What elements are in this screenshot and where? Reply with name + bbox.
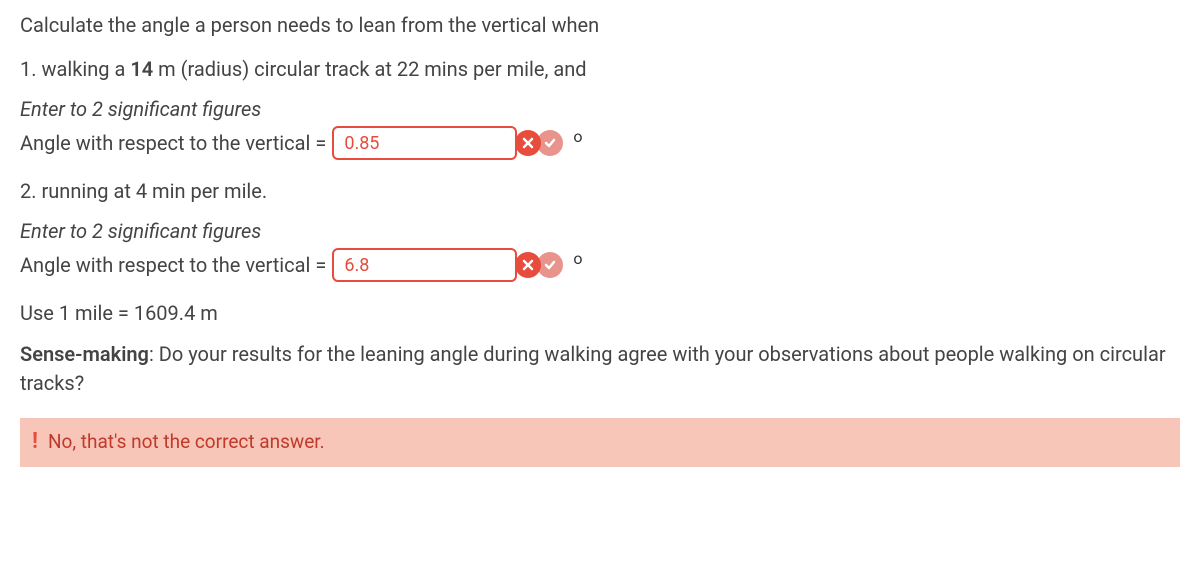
feedback-icons-2 [515, 252, 563, 278]
answer-2-row: Angle with respect to the vertical = o [20, 248, 1180, 282]
answer-2-input[interactable] [332, 248, 517, 282]
incorrect-icon [515, 252, 541, 278]
part-2-line: 2. running at 4 min per mile. [20, 176, 1180, 206]
answer-2-label: Angle with respect to the vertical = [20, 250, 326, 280]
part-1-radius: 14 [130, 57, 153, 81]
answer-1-label: Angle with respect to the vertical = [20, 128, 326, 158]
answer-1-input[interactable] [332, 126, 517, 160]
instruction-2: Enter to 2 significant figures [20, 216, 1180, 246]
part-1-suffix: m (radius) circular track at 22 mins per… [153, 57, 586, 81]
question-intro: Calculate the angle a person needs to le… [20, 10, 1180, 40]
part-1-prefix: 1. walking a [20, 57, 130, 81]
exclamation-icon: ! [32, 431, 38, 453]
conversion-note: Use 1 mile = 1609.4 m [20, 298, 1180, 328]
instruction-1: Enter to 2 significant figures [20, 94, 1180, 124]
feedback-icons-1 [515, 130, 563, 156]
feedback-bar: ! No, that's not the correct answer. [20, 418, 1180, 467]
sense-making-body: : Do your results for the leaning angle … [20, 342, 1166, 395]
unit-1: o [573, 125, 582, 149]
feedback-text: No, that's not the correct answer. [48, 428, 325, 457]
part-1-line: 1. walking a 14 m (radius) circular trac… [20, 54, 1180, 84]
correct-icon [537, 252, 563, 278]
incorrect-icon [515, 130, 541, 156]
unit-2: o [573, 247, 582, 271]
sense-making-label: Sense-making [20, 342, 149, 366]
answer-1-row: Angle with respect to the vertical = o [20, 126, 1180, 160]
sense-making-text: Sense-making: Do your results for the le… [20, 340, 1180, 398]
correct-icon [537, 130, 563, 156]
